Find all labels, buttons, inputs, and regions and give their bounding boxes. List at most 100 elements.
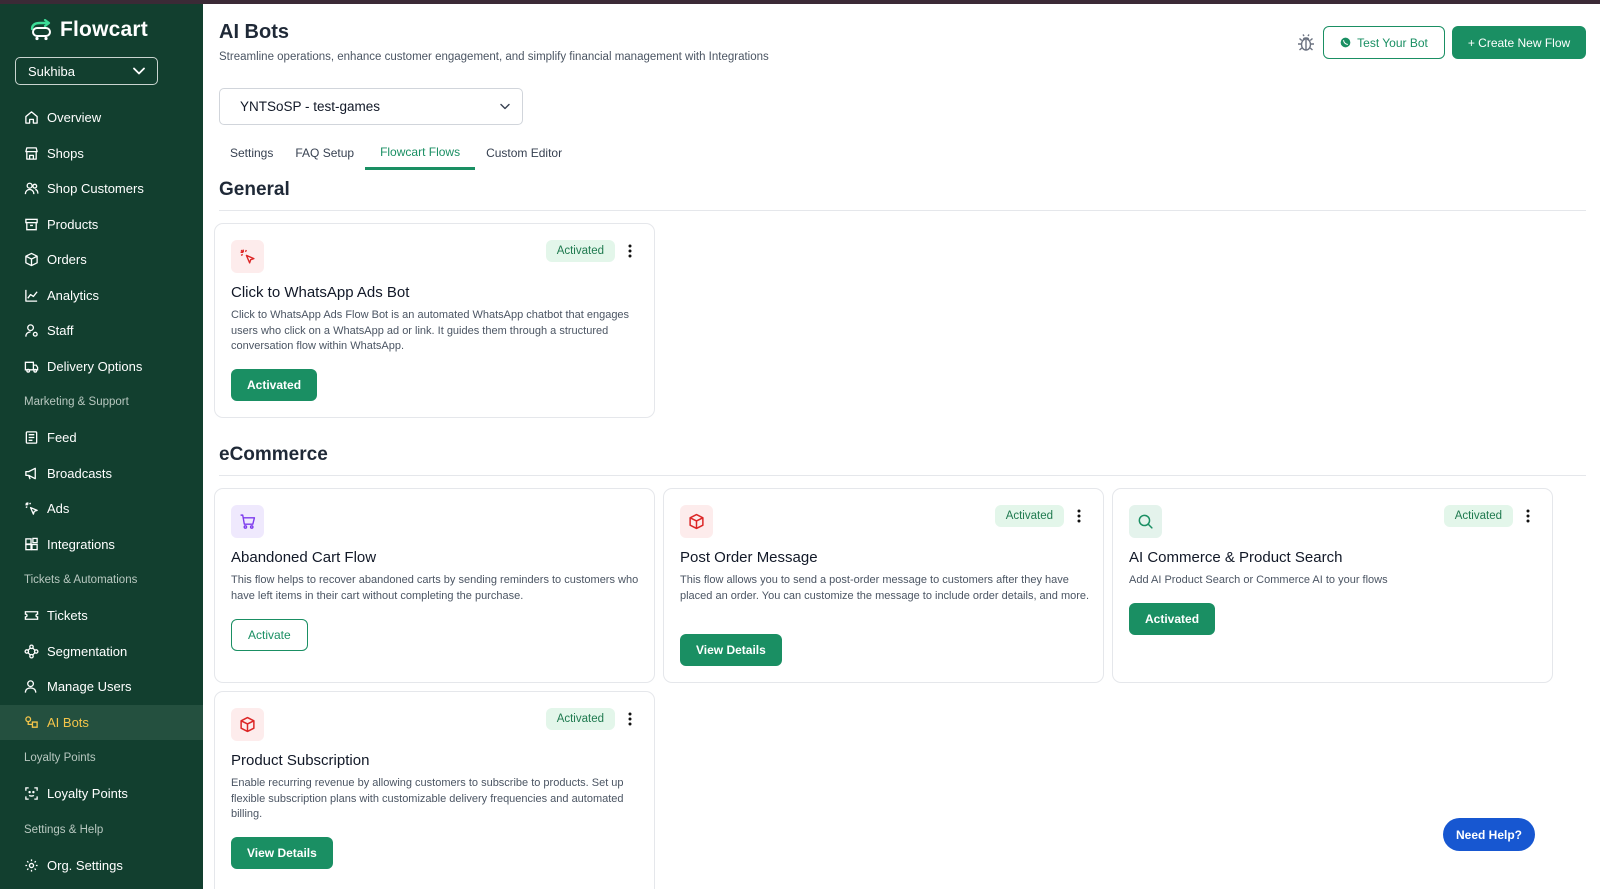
- sidebar-item-ai-bots[interactable]: AI Bots: [0, 704, 203, 740]
- flowcart-logo-icon: [30, 19, 51, 41]
- chevron-down-icon: [500, 103, 510, 110]
- more-options-icon[interactable]: [1073, 508, 1085, 524]
- sidebar-item-delivery-options[interactable]: Delivery Options: [0, 349, 203, 385]
- card-title: Click to WhatsApp Ads Bot: [231, 284, 410, 301]
- sidebar-item-shops[interactable]: Shops: [0, 136, 203, 172]
- card-action-button[interactable]: Activated: [1129, 603, 1216, 635]
- kebab-dots-icon: [1077, 509, 1081, 523]
- bot-selector-value: YNTSoSP - test-games: [240, 99, 381, 114]
- kebab-dots-icon: [628, 712, 632, 726]
- sidebar-item-label: Analytics: [47, 287, 100, 303]
- status-badge: Activated: [545, 240, 615, 262]
- section-divider: [219, 210, 1586, 211]
- card-description: Enable recurring revenue by allowing cus…: [231, 777, 624, 820]
- bug-icon[interactable]: [1296, 33, 1316, 53]
- sidebar-item-manage-users[interactable]: Manage Users: [0, 669, 203, 705]
- sidebar-item-label: Staff: [47, 323, 74, 339]
- tab-flowcart-flows[interactable]: Flowcart Flows: [365, 136, 476, 170]
- org-selector[interactable]: Sukhiba: [15, 57, 158, 85]
- sidebar-item-org-settings[interactable]: Org. Settings: [0, 848, 203, 884]
- bot-icon: [25, 715, 38, 728]
- user-icon: [24, 680, 37, 693]
- tab-custom-editor[interactable]: Custom Editor: [475, 136, 573, 170]
- sidebar-item-analytics[interactable]: Analytics: [0, 278, 203, 314]
- sidebar-item-segmentation[interactable]: Segmentation: [0, 634, 203, 670]
- package-icon: [25, 253, 38, 267]
- more-options-icon[interactable]: [624, 711, 636, 727]
- store-icon: [25, 146, 38, 160]
- status-badge: Activated: [1443, 505, 1513, 527]
- tab-faq-setup[interactable]: FAQ Setup: [284, 136, 365, 170]
- sidebar-item-label: Shops: [47, 145, 84, 161]
- flow-card-click-to-whatsapp: Activated Click to WhatsApp Ads Bot Clic…: [214, 223, 655, 418]
- card-action-button[interactable]: View Details: [680, 634, 782, 666]
- sidebar-item-label: AI Bots: [47, 714, 89, 730]
- card-description: Add AI Product Search or Commerce AI to …: [1129, 574, 1388, 586]
- card-icon-wrap: [231, 240, 264, 273]
- sidebar: Flowcart Sukhiba Overview Shops Shop Cus…: [0, 4, 203, 889]
- create-new-flow-button[interactable]: + Create New Flow: [1452, 26, 1586, 59]
- sidebar-section-settings-help: Settings & Help: [24, 823, 104, 836]
- sidebar-item-loyalty-points[interactable]: Loyalty Points: [0, 776, 203, 812]
- sidebar-item-products[interactable]: Products: [0, 207, 203, 243]
- sidebar-item-orders[interactable]: Orders: [0, 242, 203, 278]
- section-title-general: General: [219, 179, 290, 200]
- cursor-click-icon: [25, 502, 38, 516]
- sidebar-section-tickets-automations: Tickets & Automations: [24, 574, 138, 586]
- sidebar-item-integrations[interactable]: Integrations: [0, 527, 203, 563]
- tab-bar: Settings FAQ Setup Flowcart Flows Custom…: [219, 136, 573, 170]
- kebab-dots-icon: [1526, 509, 1530, 523]
- sidebar-item-label: Delivery Options: [47, 358, 143, 374]
- sidebar-item-feed[interactable]: Feed: [0, 420, 203, 456]
- sidebar-item-label: Overview: [47, 110, 102, 126]
- card-title: AI Commerce & Product Search: [1129, 549, 1343, 566]
- blocks-icon: [25, 537, 38, 551]
- card-action-button[interactable]: Activated: [231, 369, 318, 401]
- sidebar-item-label: Orders: [47, 252, 87, 268]
- shopping-cart-icon: [240, 514, 256, 529]
- sidebar-item-label: Shop Customers: [47, 181, 144, 197]
- bot-selector[interactable]: YNTSoSP - test-games: [219, 88, 523, 125]
- sidebar-item-overview[interactable]: Overview: [0, 100, 203, 136]
- user-cog-icon: [25, 324, 38, 338]
- card-action-button[interactable]: View Details: [231, 837, 333, 869]
- whatsapp-icon: [1340, 37, 1351, 48]
- ticket-icon: [24, 611, 39, 621]
- sidebar-item-shop-customers[interactable]: Shop Customers: [0, 171, 203, 207]
- archive-icon: [25, 218, 38, 231]
- brand-logo[interactable]: Flowcart: [28, 18, 148, 42]
- sidebar-item-tickets[interactable]: Tickets: [0, 598, 203, 634]
- gear-icon: [25, 859, 38, 872]
- sidebar-item-staff[interactable]: Staff: [0, 313, 203, 349]
- card-icon-wrap: [231, 505, 264, 538]
- segments-icon: [24, 644, 39, 659]
- sidebar-item-label: Org. Settings: [47, 857, 123, 873]
- card-icon-wrap: [1129, 505, 1162, 538]
- more-options-icon[interactable]: [624, 243, 636, 259]
- sidebar-item-label: Tickets: [47, 608, 88, 624]
- sidebar-item-label: Feed: [47, 430, 77, 446]
- card-title: Abandoned Cart Flow: [231, 549, 377, 566]
- main-content: AI Bots Streamline operations, enhance c…: [203, 4, 1600, 889]
- test-your-bot-button[interactable]: Test Your Bot: [1323, 26, 1445, 59]
- sidebar-item-ads[interactable]: Ads: [0, 491, 203, 527]
- package-icon: [689, 513, 704, 530]
- sidebar-item-label: Products: [47, 216, 99, 232]
- section-divider: [219, 475, 1586, 476]
- sidebar-item-broadcasts[interactable]: Broadcasts: [0, 456, 203, 492]
- card-title: Product Subscription: [231, 752, 370, 769]
- card-title: Post Order Message: [680, 549, 818, 566]
- card-action-button[interactable]: Activate: [231, 619, 308, 651]
- kebab-dots-icon: [628, 244, 632, 258]
- more-options-icon[interactable]: [1522, 508, 1534, 524]
- package-icon: [240, 716, 255, 733]
- brand-name: Flowcart: [60, 18, 148, 41]
- card-icon-wrap: [680, 505, 713, 538]
- page-title: AI Bots: [219, 21, 289, 43]
- need-help-button[interactable]: Need Help?: [1443, 818, 1535, 851]
- tab-settings[interactable]: Settings: [219, 136, 284, 170]
- flow-card-post-order-message: Activated Post Order Message This flow a…: [663, 488, 1104, 683]
- chevron-down-icon: [133, 67, 145, 75]
- page-subtitle: Streamline operations, enhance customer …: [219, 51, 769, 63]
- sidebar-item-label: Integrations: [47, 536, 115, 552]
